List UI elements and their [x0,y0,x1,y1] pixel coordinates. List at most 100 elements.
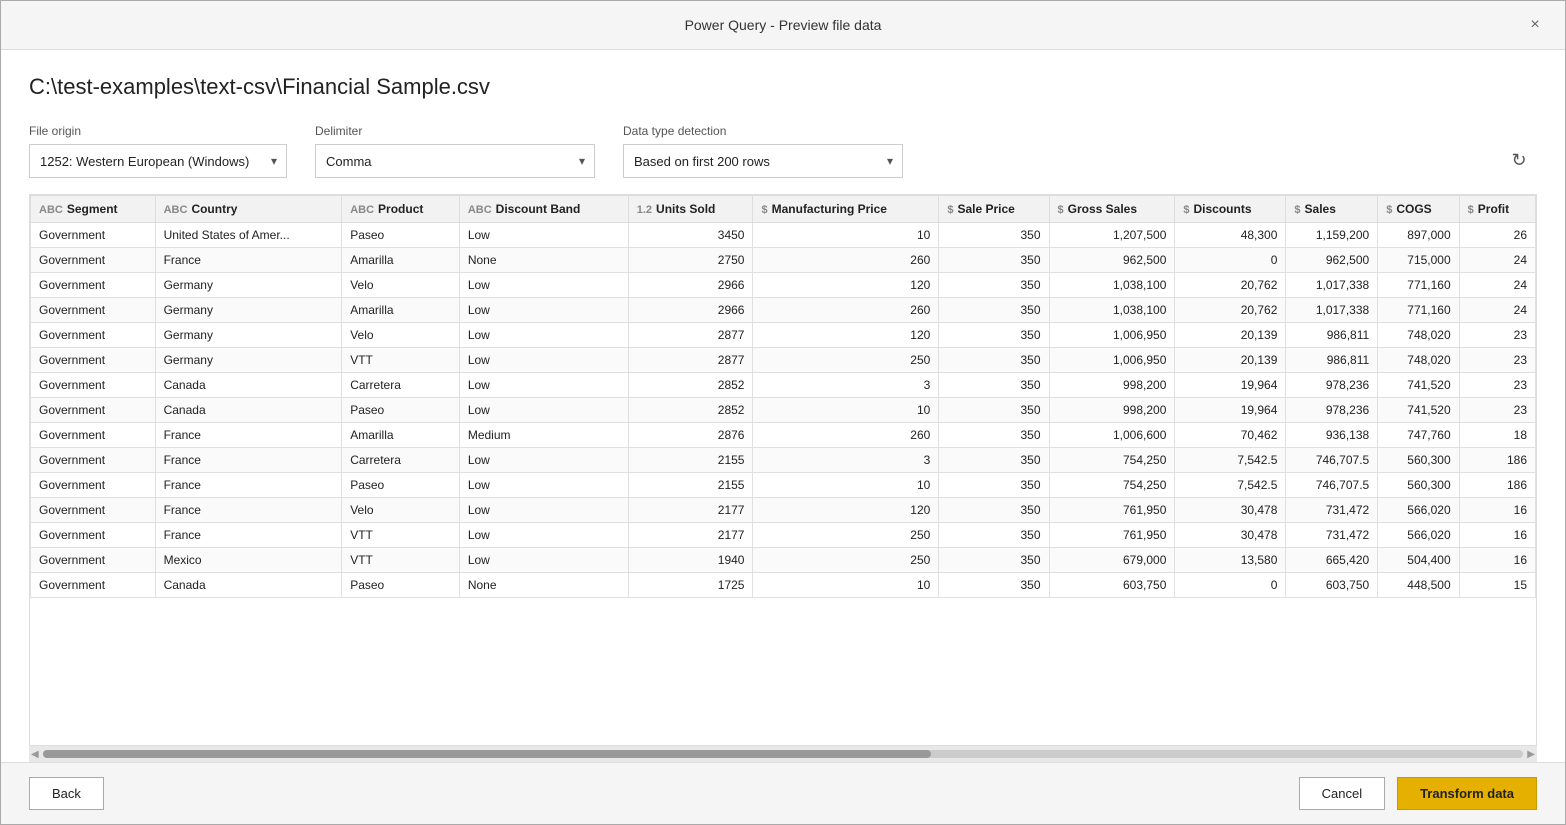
table-cell: 350 [939,523,1049,548]
table-cell: France [155,248,342,273]
footer: Back Cancel Transform data [1,762,1565,824]
table-cell: 560,300 [1378,473,1459,498]
data-type-select[interactable]: Based on first 200 rows [623,144,903,178]
table-cell: 2155 [628,448,753,473]
table-cell: 2155 [628,473,753,498]
table-cell: 350 [939,448,1049,473]
table-cell: 1,017,338 [1286,298,1378,323]
table-row: GovernmentMexicoVTTLow1940250350679,0001… [31,548,1536,573]
delimiter-select[interactable]: Comma [315,144,595,178]
table-cell: 260 [753,248,939,273]
data-type-label: Data type detection [623,124,903,138]
table-cell: 20,139 [1175,348,1286,373]
table-cell: 15 [1459,573,1535,598]
table-cell: 748,020 [1378,348,1459,373]
table-cell: 250 [753,548,939,573]
table-cell: 186 [1459,448,1535,473]
close-button[interactable]: × [1521,11,1549,39]
table-row: GovernmentGermanyAmarillaLow29662603501,… [31,298,1536,323]
table-cell: 16 [1459,548,1535,573]
col-type-icon: ABC [164,204,188,216]
col-type-icon: $ [1468,204,1474,216]
table-cell: 7,542.5 [1175,473,1286,498]
table-cell: Canada [155,398,342,423]
table-cell: Amarilla [342,423,460,448]
table-cell: Paseo [342,398,460,423]
footer-right: Cancel Transform data [1299,777,1537,810]
table-cell: 1940 [628,548,753,573]
table-cell: 350 [939,348,1049,373]
table-cell: 2750 [628,248,753,273]
table-cell: Germany [155,273,342,298]
table-cell: 731,472 [1286,523,1378,548]
table-cell: Government [31,373,156,398]
table-cell: France [155,523,342,548]
table-cell: 20,762 [1175,273,1286,298]
table-cell: Government [31,423,156,448]
table-row: GovernmentFranceVeloLow2177120350761,950… [31,498,1536,523]
data-table-container[interactable]: ABCSegmentABCCountryABCProductABCDiscoun… [29,194,1537,746]
table-cell: 2877 [628,323,753,348]
horizontal-scrollbar[interactable]: ◀ ▶ [29,746,1537,762]
col-type-icon: ABC [468,204,492,216]
table-cell: 10 [753,573,939,598]
table-cell: 962,500 [1049,248,1175,273]
table-cell: Government [31,248,156,273]
table-cell: 24 [1459,248,1535,273]
table-cell: 350 [939,248,1049,273]
file-origin-select[interactable]: 1252: Western European (Windows) [29,144,287,178]
table-cell: 19,964 [1175,373,1286,398]
table-cell: 504,400 [1378,548,1459,573]
table-cell: Velo [342,323,460,348]
table-cell: Low [459,348,628,373]
scrollbar-track [43,750,1524,758]
table-cell: 603,750 [1049,573,1175,598]
table-cell: Low [459,273,628,298]
table-row: GovernmentCanadaCarreteraLow28523350998,… [31,373,1536,398]
table-cell: 70,462 [1175,423,1286,448]
table-cell: 746,707.5 [1286,448,1378,473]
col-header-discount-band: ABCDiscount Band [459,196,628,223]
table-cell: 1,159,200 [1286,223,1378,248]
table-row: GovernmentUnited States of Amer...PaseoL… [31,223,1536,248]
table-cell: None [459,248,628,273]
table-cell: Government [31,348,156,373]
table-cell: Low [459,448,628,473]
table-cell: Paseo [342,573,460,598]
table-cell: Government [31,273,156,298]
back-button[interactable]: Back [29,777,104,810]
table-cell: 741,520 [1378,398,1459,423]
table-cell: 761,950 [1049,498,1175,523]
table-row: GovernmentGermanyVeloLow28771203501,006,… [31,323,1536,348]
table-cell: 771,160 [1378,273,1459,298]
cancel-button[interactable]: Cancel [1299,777,1385,810]
table-cell: 350 [939,473,1049,498]
table-cell: 2877 [628,348,753,373]
table-cell: 2876 [628,423,753,448]
table-cell: 250 [753,523,939,548]
table-cell: 747,760 [1378,423,1459,448]
table-cell: Amarilla [342,248,460,273]
table-cell: Canada [155,373,342,398]
table-cell: Low [459,373,628,398]
table-cell: 998,200 [1049,398,1175,423]
table-cell: 350 [939,423,1049,448]
table-cell: 962,500 [1286,248,1378,273]
table-cell: 978,236 [1286,398,1378,423]
table-cell: 186 [1459,473,1535,498]
table-cell: Canada [155,573,342,598]
table-cell: 48,300 [1175,223,1286,248]
table-cell: Government [31,448,156,473]
table-cell: Low [459,473,628,498]
col-header-cogs: $COGS [1378,196,1459,223]
table-cell: 350 [939,548,1049,573]
transform-data-button[interactable]: Transform data [1397,777,1537,810]
table-row: GovernmentFranceVTTLow2177250350761,9503… [31,523,1536,548]
table-cell: 120 [753,323,939,348]
data-table: ABCSegmentABCCountryABCProductABCDiscoun… [30,195,1536,598]
table-cell: 1,006,600 [1049,423,1175,448]
table-cell: France [155,423,342,448]
title-bar: Power Query - Preview file data × [1,1,1565,50]
refresh-button[interactable]: ↻ [1501,142,1537,178]
data-type-select-wrapper: Based on first 200 rows ▾ [623,144,903,178]
